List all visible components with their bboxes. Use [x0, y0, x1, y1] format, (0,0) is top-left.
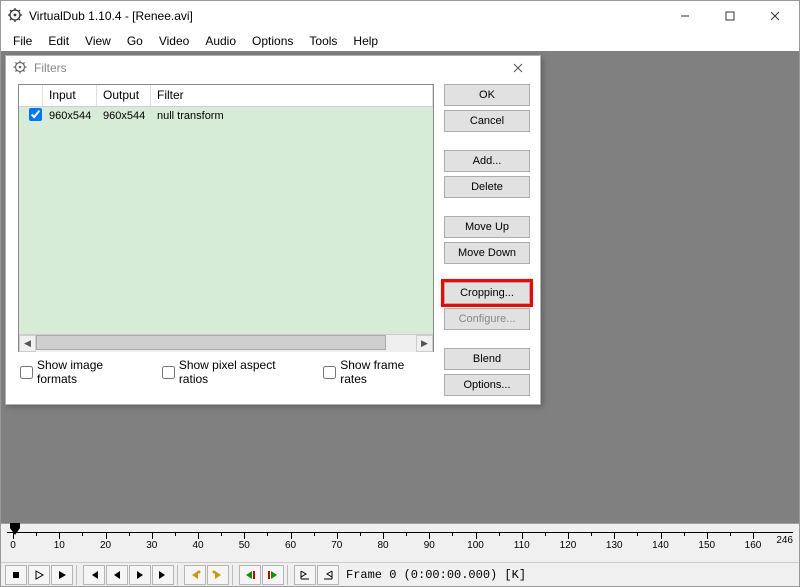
filter-row-input: 960x544 [43, 110, 97, 122]
filter-row[interactable]: 960x544 960x544 null transform [19, 107, 433, 125]
tick-label: 20 [100, 540, 111, 551]
timeline[interactable]: 0 10 20 30 40 50 60 70 80 90 100 110 120 130 140 150 160… [1, 524, 799, 562]
options-button[interactable]: Options... [444, 374, 530, 396]
filter-row-output: 960x544 [97, 110, 151, 122]
filters-dialog: Filters Input Output Filter 960x [5, 55, 541, 405]
close-button[interactable] [752, 2, 797, 30]
scroll-left-icon[interactable]: ◀ [19, 335, 36, 352]
tick-label: 120 [560, 540, 577, 551]
titlebar: VirtualDub 1.10.4 - [Renee.avi] [1, 1, 799, 31]
tick-label: 60 [285, 540, 296, 551]
tick-label: 130 [606, 540, 623, 551]
timeline-ruler[interactable]: 0 10 20 30 40 50 60 70 80 90 100 110 120 130 140 150 160 [7, 532, 793, 552]
show-pixel-ratios-check[interactable]: Show pixel aspect ratios [162, 358, 305, 386]
frame-status: Frame 0 (0:00:00.000) [K] [346, 568, 526, 582]
stop-button[interactable] [5, 565, 27, 585]
tick-label: 10 [54, 540, 65, 551]
move-down-button[interactable]: Move Down [444, 242, 530, 264]
filter-table: Input Output Filter 960x544 960x544 null… [18, 84, 434, 352]
client-area: Filters Input Output Filter 960x [1, 51, 799, 523]
play-output-button[interactable] [51, 565, 73, 585]
tick-label: 50 [239, 540, 250, 551]
col-filter[interactable]: Filter [151, 85, 433, 106]
tick-label: 160 [745, 540, 762, 551]
menu-edit[interactable]: Edit [40, 33, 77, 49]
scene-next-button[interactable] [262, 565, 284, 585]
col-output[interactable]: Output [97, 85, 151, 106]
tick-label: 150 [698, 540, 715, 551]
play-input-button[interactable] [28, 565, 50, 585]
tick-label: 90 [424, 540, 435, 551]
gear-icon [12, 59, 28, 78]
key-prev-button[interactable] [184, 565, 206, 585]
filter-header: Input Output Filter [19, 85, 433, 107]
add-button[interactable]: Add... [444, 150, 530, 172]
cancel-button[interactable]: Cancel [444, 110, 530, 132]
menubar: File Edit View Go Video Audio Options To… [1, 31, 799, 51]
tick-label: 100 [467, 540, 484, 551]
menu-options[interactable]: Options [244, 33, 301, 49]
h-scrollbar[interactable]: ◀ ▶ [19, 334, 433, 351]
dialog-title: Filters [34, 61, 502, 75]
timeline-end-label: 246 [776, 535, 793, 546]
delete-button[interactable]: Delete [444, 176, 530, 198]
ok-button[interactable]: OK [444, 84, 530, 106]
scene-prev-button[interactable] [239, 565, 261, 585]
goto-end-button[interactable] [152, 565, 174, 585]
step-back-button[interactable] [106, 565, 128, 585]
tick-label: 30 [146, 540, 157, 551]
dialog-button-column: OK Cancel Add... Delete Move Up Move Dow… [444, 84, 530, 396]
show-frame-rates-check[interactable]: Show frame rates [323, 358, 432, 386]
scroll-thumb[interactable] [36, 335, 386, 350]
bottom-area: 0 10 20 30 40 50 60 70 80 90 100 110 120 130 140 150 160… [1, 523, 799, 586]
menu-audio[interactable]: Audio [197, 33, 244, 49]
mark-in-button[interactable] [294, 565, 316, 585]
menu-view[interactable]: View [77, 33, 119, 49]
menu-file[interactable]: File [5, 33, 40, 49]
menu-tools[interactable]: Tools [301, 33, 345, 49]
cropping-button[interactable]: Cropping... [444, 282, 530, 304]
goto-start-button[interactable] [83, 565, 105, 585]
tick-label: 110 [514, 540, 530, 551]
col-input[interactable]: Input [43, 85, 97, 106]
tick-label: 40 [192, 540, 203, 551]
main-window: VirtualDub 1.10.4 - [Renee.avi] File Edi… [0, 0, 800, 587]
tick-label: 140 [652, 540, 669, 551]
menu-video[interactable]: Video [151, 33, 197, 49]
filter-row-name: null transform [151, 110, 433, 122]
step-forward-button[interactable] [129, 565, 151, 585]
menu-go[interactable]: Go [119, 33, 151, 49]
tick-label: 80 [377, 540, 388, 551]
filter-row-checkbox[interactable] [29, 108, 42, 121]
maximize-button[interactable] [707, 2, 752, 30]
dialog-titlebar: Filters [6, 56, 540, 80]
tick-label: 0 [10, 540, 16, 551]
key-next-button[interactable] [207, 565, 229, 585]
move-up-button[interactable]: Move Up [444, 216, 530, 238]
window-title: VirtualDub 1.10.4 - [Renee.avi] [29, 9, 662, 23]
app-icon [7, 7, 23, 26]
show-image-formats-check[interactable]: Show image formats [20, 358, 144, 386]
menu-help[interactable]: Help [345, 33, 386, 49]
transport-toolbar: Frame 0 (0:00:00.000) [K] [1, 562, 799, 586]
mark-out-button[interactable] [317, 565, 339, 585]
filter-list-pane: Input Output Filter 960x544 960x544 null… [18, 84, 434, 396]
blend-button[interactable]: Blend [444, 348, 530, 370]
scroll-right-icon[interactable]: ▶ [416, 335, 433, 352]
dialog-close-button[interactable] [502, 56, 534, 80]
minimize-button[interactable] [662, 2, 707, 30]
configure-button[interactable]: Configure... [444, 308, 530, 330]
tick-label: 70 [331, 540, 342, 551]
